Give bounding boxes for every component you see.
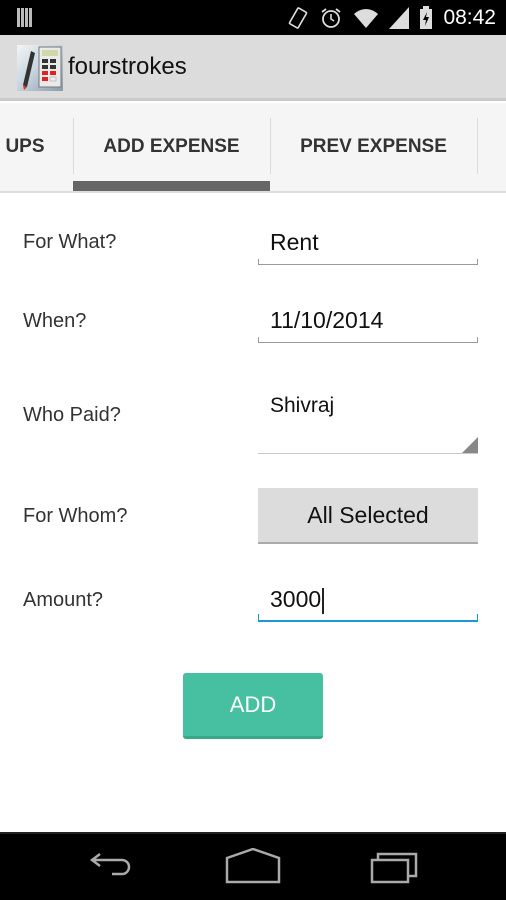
tab-add-expense[interactable]: ADD EXPENSE (73, 103, 270, 191)
calculator-pen-app-icon[interactable] (17, 45, 63, 91)
tab-groups[interactable]: UPS (0, 103, 60, 191)
for-what-field[interactable]: Rent (258, 225, 478, 265)
clock: 08:42 (443, 6, 496, 29)
back-icon[interactable] (88, 848, 138, 884)
vibrate-icon (289, 7, 308, 29)
selected-tab-indicator (73, 181, 270, 191)
signal-icon (389, 7, 410, 29)
who-paid-spinner[interactable]: Shivraj (258, 390, 478, 454)
amount-value: 3000 (270, 586, 322, 612)
recent-apps-icon[interactable] (370, 848, 420, 884)
amount-field[interactable]: 3000 (258, 582, 478, 622)
navigation-bar (0, 832, 506, 900)
when-label: When? (23, 310, 87, 332)
action-bar: fourstrokes (0, 35, 506, 101)
tab-bar: UPS ADD EXPENSE PREV EXPENSE (0, 103, 506, 193)
for-what-label: For What? (23, 231, 117, 253)
dropdown-arrow-icon (462, 437, 478, 453)
home-icon[interactable] (225, 848, 281, 884)
app-title: fourstrokes (68, 53, 187, 80)
for-whom-label: For Whom? (23, 505, 128, 527)
alarm-icon (321, 8, 341, 28)
when-date-field[interactable]: 11/10/2014 (258, 303, 478, 343)
battery-charging-icon (420, 6, 433, 29)
notification-icon (17, 8, 33, 27)
wifi-icon (354, 9, 379, 28)
when-value: 11/10/2014 (270, 307, 384, 333)
add-button[interactable]: ADD (183, 673, 323, 739)
for-whom-button[interactable]: All Selected (258, 488, 478, 544)
tab-divider (477, 118, 478, 174)
tab-prev-expense[interactable]: PREV EXPENSE (270, 103, 477, 191)
status-bar: 08:42 (0, 0, 506, 35)
for-what-value: Rent (270, 229, 319, 255)
text-cursor (322, 587, 325, 614)
who-paid-label: Who Paid? (23, 404, 121, 426)
status-icons: 08:42 (287, 4, 496, 32)
amount-label: Amount? (23, 589, 104, 611)
who-paid-value: Shivraj (270, 394, 335, 417)
